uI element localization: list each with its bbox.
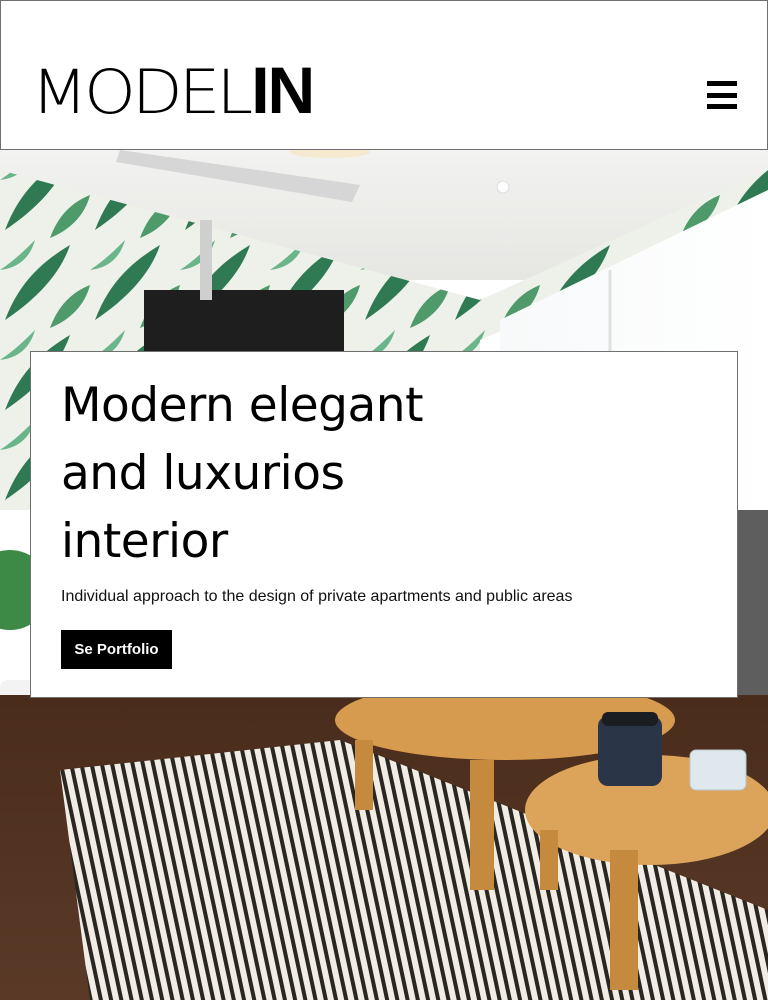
hero-subtitle: Individual approach to the design of pri…	[61, 588, 573, 605]
logo-text-thin: MODEL	[31, 56, 253, 128]
hero-card: Modern elegant and luxurios interior Ind…	[30, 351, 738, 698]
portfolio-button[interactable]: Se Portfolio	[61, 630, 172, 669]
hero-title: Modern elegant and luxurios interior	[61, 378, 424, 569]
menu-bar	[707, 92, 737, 98]
site-header: MODEL IN	[0, 0, 768, 150]
logo[interactable]: MODEL IN	[31, 56, 315, 128]
menu-bar	[707, 104, 737, 109]
hamburger-menu-icon[interactable]	[707, 81, 737, 109]
logo-text-bold: IN	[251, 53, 315, 127]
menu-bar	[707, 81, 737, 86]
